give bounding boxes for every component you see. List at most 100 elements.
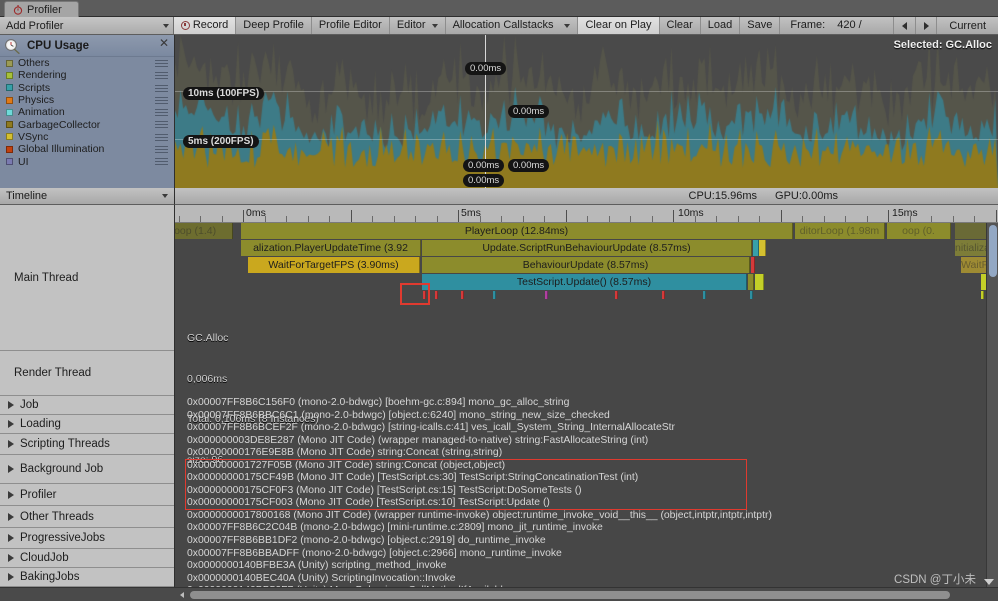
expand-triangle-icon[interactable] <box>8 420 14 428</box>
flamegraph-sample-tick[interactable] <box>662 291 665 299</box>
thread-row-main-thread[interactable]: Main Thread <box>0 205 174 351</box>
thread-row-cloudjob[interactable]: CloudJob <box>0 549 174 568</box>
flamegraph-bar[interactable]: oop (0. <box>887 223 951 239</box>
expand-triangle-icon[interactable] <box>8 534 14 542</box>
legend-label: GarbageCollector <box>18 118 101 131</box>
legend-item[interactable]: Global Illumination <box>0 143 174 155</box>
module-header[interactable]: CPU Usage ✕ <box>0 35 174 57</box>
expand-triangle-icon[interactable] <box>8 465 14 473</box>
expand-triangle-icon[interactable] <box>8 512 14 521</box>
drag-handle-icon[interactable] <box>155 96 168 104</box>
flamegraph-sample-tick[interactable] <box>750 291 753 299</box>
allocation-callstacks-dropdown[interactable]: Allocation Callstacks <box>445 17 579 34</box>
flamegraph-bar[interactable]: PlayerLoop (12.84ms) <box>241 223 793 239</box>
thread-row-progressivejobs[interactable]: ProgressiveJobs <box>0 528 174 549</box>
callstack-line: 0x00007FF8B6BB1DF2 (mono-2.0-bdwgc) [obj… <box>187 535 546 547</box>
drag-handle-icon[interactable] <box>155 84 168 92</box>
legend-item[interactable]: Others <box>0 57 174 69</box>
current-frame-button[interactable]: Current <box>936 17 998 34</box>
flamegraph-bar[interactable]: alization.PlayerUpdateTime (3.92 <box>241 240 421 256</box>
scroll-left-icon[interactable] <box>176 590 187 600</box>
legend-item[interactable]: GarbageCollector <box>0 118 174 131</box>
flamegraph-bar[interactable]: Update.ScriptRunBehaviourUpdate (8.57ms) <box>422 240 752 256</box>
drag-handle-icon[interactable] <box>155 72 168 80</box>
thread-row-job[interactable]: Job <box>0 396 174 415</box>
horizontal-scroll-thumb[interactable] <box>190 591 950 599</box>
prev-frame-button[interactable] <box>892 17 915 34</box>
record-button[interactable]: Record <box>173 17 237 34</box>
cpu-usage-chart[interactable]: 10ms (100FPS) 5ms (200FPS) 0.00ms 0.00ms 0.… <box>175 35 998 188</box>
flamegraph-sample-tick[interactable] <box>435 291 438 299</box>
drag-handle-icon[interactable] <box>155 146 168 154</box>
legend-item[interactable]: Rendering <box>0 69 174 81</box>
drag-handle-icon[interactable] <box>155 133 168 141</box>
callstack-line: 0x0000000140BEC40A (Unity) ScriptingInvo… <box>187 572 456 584</box>
drag-handle-icon[interactable] <box>155 60 168 67</box>
close-icon[interactable]: ✕ <box>159 37 169 49</box>
profile-editor-button[interactable]: Profile Editor <box>311 17 390 34</box>
save-button[interactable]: Save <box>740 17 781 34</box>
flamegraph-sample-tick[interactable] <box>981 291 984 299</box>
flamegraph-sample-tick[interactable] <box>493 291 496 299</box>
ruler-label: 5ms <box>461 207 481 219</box>
callstack-line: 0x00007FF8B6BBADFF (mono-2.0-bdwgc) [obj… <box>187 547 562 559</box>
legend-item[interactable]: VSync <box>0 131 174 143</box>
timeline-view-dropdown[interactable]: Timeline <box>0 188 175 205</box>
expand-triangle-icon[interactable] <box>8 490 14 499</box>
expand-triangle-icon[interactable] <box>8 573 14 581</box>
thread-row-render-thread[interactable]: Render Thread <box>0 351 174 396</box>
thread-row-scripting-threads[interactable]: Scripting Threads <box>0 434 174 455</box>
next-frame-button[interactable] <box>914 17 937 34</box>
thread-row-other-threads[interactable]: Other Threads <box>0 506 174 528</box>
thread-row-loading[interactable]: Loading <box>0 415 174 434</box>
editor-target-dropdown[interactable]: Editor <box>389 17 446 34</box>
chart-value-chip: 0.00ms <box>508 159 550 172</box>
expand-triangle-icon[interactable] <box>8 401 14 409</box>
tab-profiler[interactable]: Profiler <box>4 1 79 17</box>
deep-profile-button[interactable]: Deep Profile <box>236 17 312 34</box>
timeline-flamegraph[interactable]: erLoop (1.4) PlayerLoop (12.84ms)ditorLoo… <box>175 223 998 587</box>
legend-item[interactable]: Scripts <box>0 82 174 94</box>
ruler-tick <box>372 216 373 222</box>
thread-row-bakingjobs[interactable]: BakingJobs <box>0 568 174 587</box>
thread-label: Job <box>20 399 39 411</box>
expand-triangle-icon[interactable] <box>8 554 14 562</box>
flamegraph-bar[interactable] <box>755 274 764 290</box>
flamegraph-sample-tick[interactable] <box>423 291 426 299</box>
flamegraph-sample-tick[interactable] <box>615 291 618 299</box>
flamegraph-sample-tick[interactable] <box>461 291 464 299</box>
load-button[interactable]: Load <box>700 17 741 34</box>
flamegraph-sample-tick[interactable] <box>703 291 706 299</box>
add-profiler-dropdown[interactable]: Add Profiler <box>0 17 174 34</box>
flamegraph-bar[interactable]: ditorLoop (1.98m <box>795 223 885 239</box>
legend-item[interactable]: Physics <box>0 94 174 106</box>
chevron-down-icon[interactable] <box>984 579 994 585</box>
flamegraph-sample-tick[interactable] <box>545 291 548 299</box>
flamegraph-bar[interactable]: TestScript.Update() (8.57ms) <box>422 274 747 290</box>
horizontal-scrollbar[interactable]: CSDN @丁小未 <box>0 574 998 601</box>
thread-row-background-job[interactable]: Background Job <box>0 455 174 484</box>
thread-row-profiler[interactable]: Profiler <box>0 484 174 506</box>
flamegraph-vertical-scrollbar[interactable] <box>986 223 998 587</box>
timeline-ruler[interactable]: 0ms 5ms 10ms 15ms <box>175 205 998 223</box>
flamegraph-bar[interactable]: BehaviourUpdate (8.57ms) <box>422 257 750 273</box>
legend-item[interactable]: Animation <box>0 106 174 118</box>
flamegraph-bar[interactable] <box>759 240 766 256</box>
flamegraph-bar[interactable]: WaitForTargetFPS (3.90ms) <box>248 257 420 273</box>
drag-handle-icon[interactable] <box>155 109 168 117</box>
flamegraph-bar[interactable]: erLoop (1.4) <box>175 223 233 239</box>
legend-label: Scripts <box>18 81 51 94</box>
scrollbar-thumb[interactable] <box>989 225 997 277</box>
legend-item[interactable]: UI <box>0 155 174 168</box>
chevron-down-icon <box>564 23 571 28</box>
flamegraph-bar[interactable] <box>751 257 755 273</box>
clear-button[interactable]: Clear <box>659 17 701 34</box>
expand-triangle-icon[interactable] <box>8 440 14 448</box>
flamegraph-bar[interactable] <box>748 274 754 290</box>
cpu-stat: CPU:15.96ms <box>688 190 758 202</box>
drag-handle-icon[interactable] <box>155 121 168 129</box>
load-label: Load <box>707 19 733 31</box>
drag-handle-icon[interactable] <box>155 158 168 166</box>
gpu-stat: GPU:0.00ms <box>775 190 838 202</box>
clear-on-play-button[interactable]: Clear on Play <box>578 17 660 34</box>
